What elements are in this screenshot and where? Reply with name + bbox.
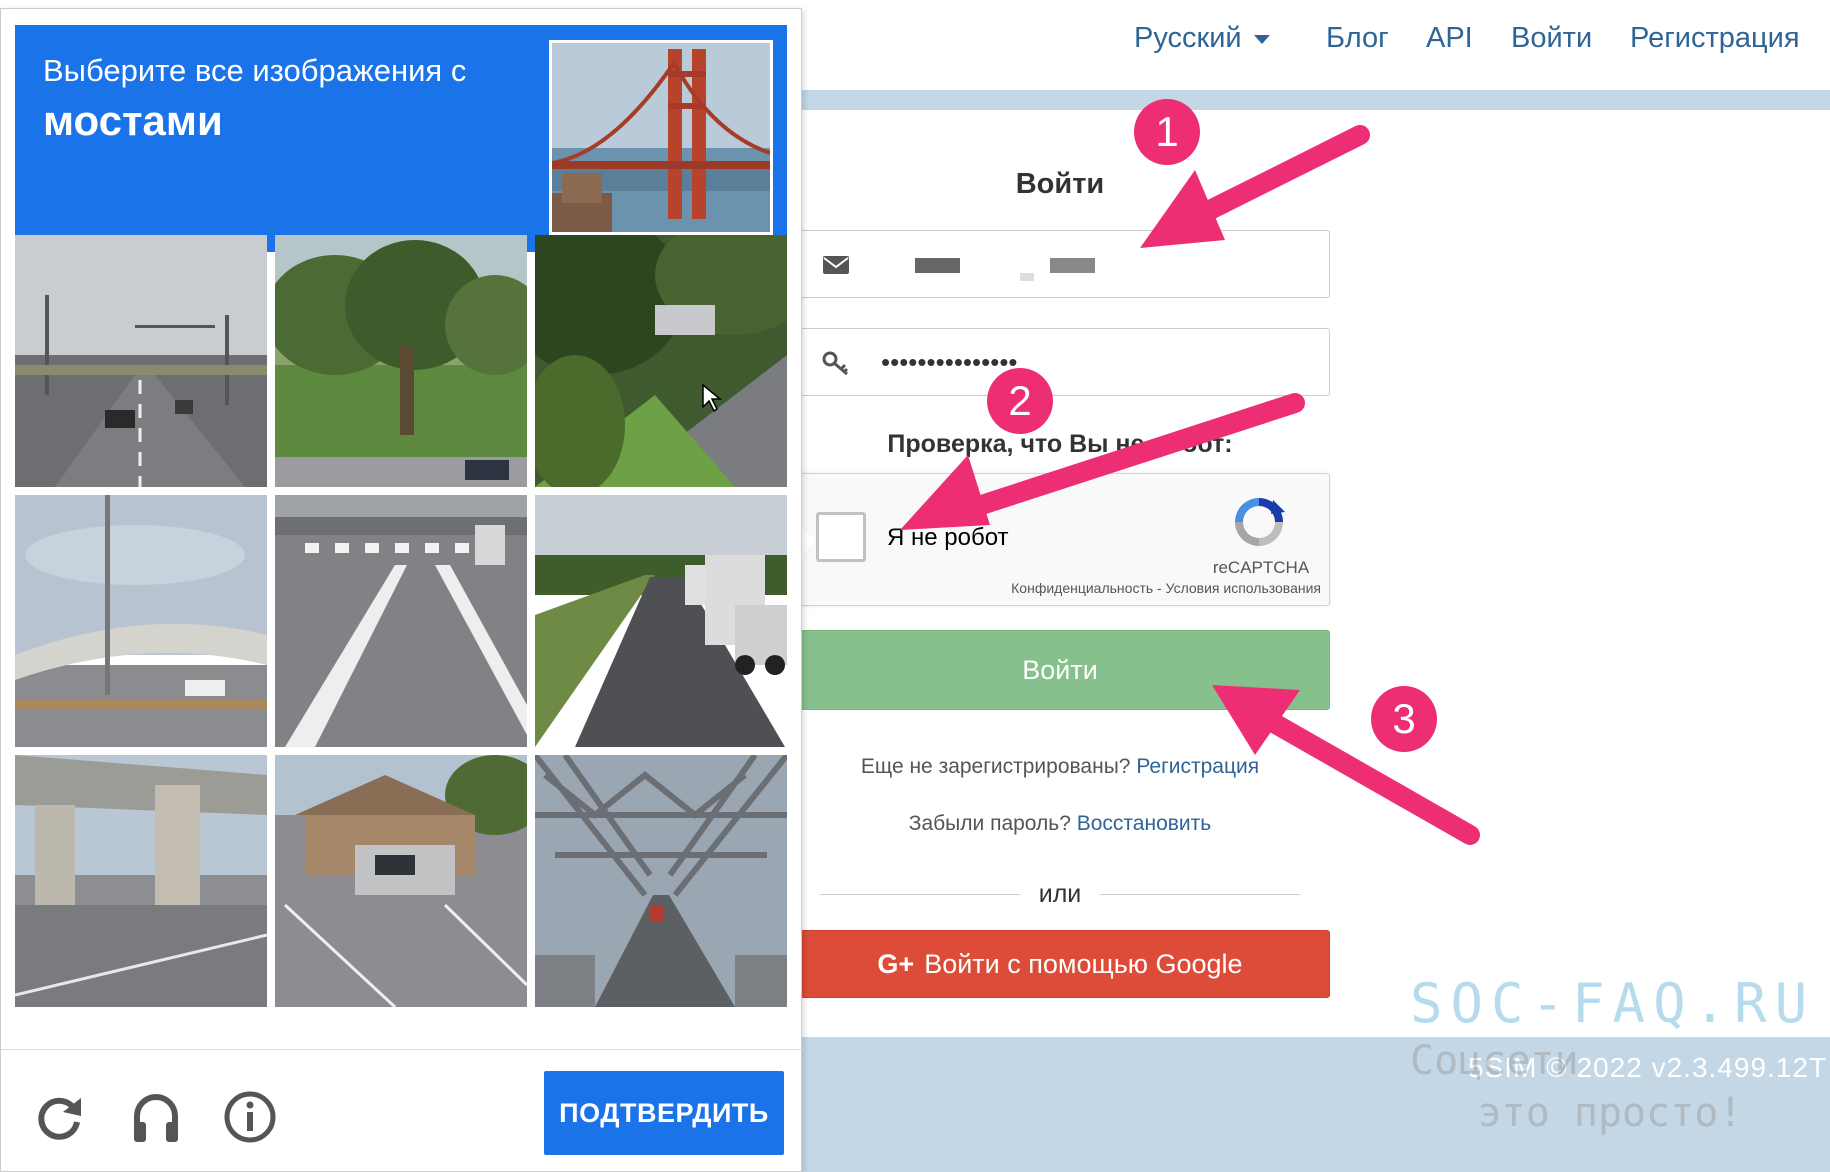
watermark-brand: SOC-FAQ.RU [1410, 972, 1816, 1035]
captcha-tile[interactable] [275, 495, 527, 747]
captcha-target-word: мостами [43, 97, 223, 144]
captcha-header: Выберите все изображения с мостами [15, 25, 787, 252]
captcha-tile[interactable] [15, 755, 267, 1007]
nav-link-blog[interactable]: Блог [1326, 22, 1389, 55]
register-link[interactable]: Регистрация [1136, 755, 1259, 778]
recaptcha-terms: Конфиденциальность - Условия использован… [981, 580, 1321, 596]
sample-bridge-image [549, 40, 773, 235]
login-button[interactable]: Войти [790, 630, 1330, 710]
forgot-prompt: Забыли пароль? Восстановить [790, 812, 1330, 836]
recaptcha-logo-icon [1235, 498, 1285, 546]
register-prompt: Еще не зарегистрированы? Регистрация [790, 755, 1330, 779]
language-label: Русский [1134, 22, 1242, 54]
recaptcha-terms-link[interactable]: Условия использования [1166, 580, 1321, 596]
email-value-redacted [1020, 273, 1034, 281]
recaptcha-checkbox[interactable] [816, 512, 866, 562]
captcha-tile[interactable] [15, 235, 267, 487]
step-badge-3: 3 [1371, 686, 1437, 752]
watermark-line: Соцсети [1410, 1038, 1579, 1084]
headphones-icon[interactable] [129, 1090, 183, 1144]
google-login-button[interactable]: G+ Войти с помощью Google [790, 930, 1330, 998]
recaptcha-brand: reCAPTCHA [1212, 558, 1310, 577]
recaptcha-label: Я не робот [887, 524, 1009, 551]
restore-link[interactable]: Восстановить [1077, 812, 1211, 835]
info-icon[interactable] [223, 1090, 277, 1144]
nav-link-login[interactable]: Войти [1511, 22, 1592, 55]
envelope-icon [823, 256, 849, 274]
captcha-instruction: Выберите все изображения с [43, 53, 467, 88]
captcha-tile[interactable] [535, 235, 787, 487]
password-field[interactable] [790, 328, 1330, 396]
or-divider: или [820, 880, 1300, 910]
reload-icon[interactable] [33, 1090, 87, 1144]
language-dropdown[interactable]: Русский [1134, 22, 1270, 55]
login-title: Войти [1015, 168, 1105, 200]
step-badge-1: 1 [1134, 99, 1200, 165]
key-icon [822, 351, 849, 376]
email-value-redacted [1050, 258, 1095, 273]
captcha-verify-button[interactable]: ПОДТВЕРДИТЬ [544, 1071, 784, 1155]
captcha-challenge-popup: Выберите все изображения с мостами ПОДТВ… [0, 8, 803, 1172]
popup-pointer [800, 525, 816, 557]
or-label: или [1038, 880, 1082, 908]
forgot-prompt-text: Забыли пароль? [908, 812, 1071, 835]
google-plus-icon: G+ [877, 948, 915, 979]
register-prompt-text: Еще не зарегистрированы? [860, 755, 1131, 778]
caret-down-icon [1253, 34, 1270, 44]
recaptcha-widget: Я не робот reCAPTCHA Конфиденциальность … [800, 473, 1330, 606]
captcha-tile[interactable] [15, 495, 267, 747]
captcha-tile[interactable] [535, 755, 787, 1007]
captcha-tile[interactable] [275, 235, 527, 487]
captcha-tile[interactable] [535, 495, 787, 747]
watermark-line: это просто! [1477, 1090, 1743, 1136]
robot-check-label: Проверка, что Вы не робот: [887, 430, 1233, 458]
terms-separator: - [1153, 580, 1166, 596]
google-login-label: Войти с помощью Google [924, 948, 1243, 979]
email-value-redacted [915, 258, 960, 273]
captcha-tile[interactable] [275, 755, 527, 1007]
nav-link-api[interactable]: API [1426, 22, 1473, 55]
step-badge-2: 2 [987, 368, 1053, 434]
nav-link-register[interactable]: Регистрация [1630, 22, 1800, 55]
password-input[interactable] [881, 339, 1301, 385]
recaptcha-privacy-link[interactable]: Конфиденциальность [1011, 580, 1153, 596]
